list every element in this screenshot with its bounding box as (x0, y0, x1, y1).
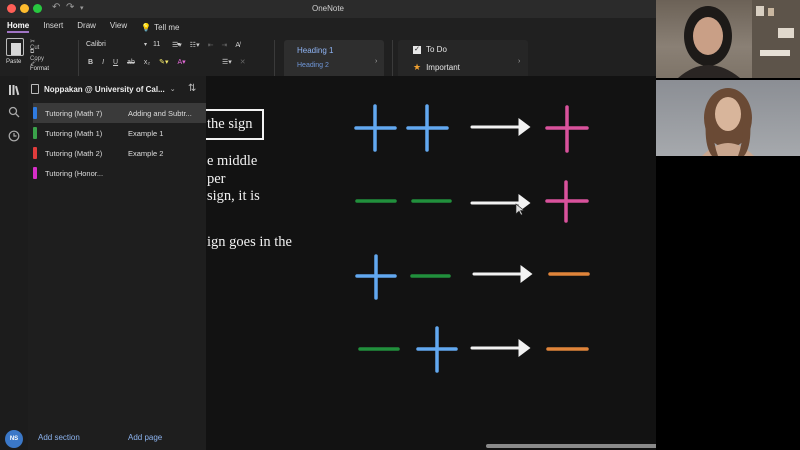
increase-indent-icon[interactable]: ⇥ (221, 41, 227, 49)
style-heading-2[interactable]: Heading 2 (297, 62, 329, 69)
add-section-button[interactable]: Add section (38, 433, 80, 442)
recent-notes-icon[interactable] (8, 130, 20, 142)
section-item[interactable]: Tutoring (Math 2) (33, 143, 119, 163)
arrow-ink (472, 265, 533, 283)
notebook-icon (31, 84, 39, 94)
italic-icon[interactable]: I (102, 59, 104, 66)
align-icon[interactable]: ☰▾ (222, 58, 232, 66)
ribbon: Home Insert Draw View 💡 Tell me Paste ✂ … (0, 18, 656, 88)
chevron-down-icon: ⌄ (169, 86, 176, 93)
section-label: Tutoring (Honor... (45, 168, 104, 178)
tab-draw[interactable]: Draw (77, 21, 96, 33)
notebook-selector[interactable]: Noppakan @ University of Cal... ⌄ (31, 83, 176, 95)
page-item[interactable]: Example 1 (119, 123, 206, 143)
navigation-pane: Noppakan @ University of Cal... ⌄ ⇅ Tuto… (28, 76, 206, 450)
chevron-down-icon[interactable]: ▾ (144, 41, 147, 48)
section-color-tab (33, 107, 37, 119)
ribbon-tabs: Home Insert Draw View 💡 Tell me (7, 21, 179, 33)
highlight-icon[interactable]: ✎▾ (159, 58, 168, 66)
section-color-tab (33, 127, 37, 139)
arrow-ink (470, 339, 531, 357)
tab-home[interactable]: Home (7, 21, 30, 33)
page-item[interactable]: Adding and Subtr... (119, 103, 206, 123)
note-canvas[interactable]: the sign e middle per sign, it is ign go… (206, 76, 674, 450)
font-name-select[interactable]: Calibri (86, 41, 138, 48)
star-icon: ★ (413, 62, 422, 72)
section-label: Tutoring (Math 2) (45, 148, 103, 158)
format-painter-button[interactable]: 🖌 Format (30, 59, 49, 72)
section-color-tab (33, 167, 37, 179)
participant-figure (702, 88, 754, 156)
font-selectors: Calibri ▾ 11 ▾ (86, 41, 180, 48)
add-page-button[interactable]: Add page (128, 433, 162, 442)
paste-button[interactable]: Paste (6, 59, 21, 65)
arrow-ink (470, 118, 531, 136)
ink-drawing (354, 104, 590, 373)
chevron-right-icon[interactable]: › (375, 58, 377, 65)
chevron-right-icon[interactable]: › (518, 58, 520, 65)
section-item[interactable]: Tutoring (Math 7) (33, 103, 119, 123)
sort-icon[interactable]: ⇅ (188, 83, 196, 94)
clear-formatting-icon[interactable]: A̸ (235, 42, 240, 49)
tab-view[interactable]: View (110, 21, 127, 33)
notebooks-icon[interactable] (8, 84, 20, 96)
plus-sign-ink (406, 104, 449, 152)
bullet-list-icon[interactable]: ☰▾ (172, 41, 182, 49)
paragraph-buttons: ☰▾ ☷▾ ⇤ ⇥ A̸ (172, 41, 240, 50)
tell-me-search[interactable]: 💡 Tell me (141, 21, 179, 33)
checkbox-icon: ✓ (413, 45, 421, 54)
tab-insert[interactable]: Insert (43, 21, 63, 33)
plus-sign-ink (416, 326, 458, 373)
plus-sign-ink (355, 254, 397, 300)
search-icon[interactable] (8, 106, 20, 118)
section-item[interactable]: Tutoring (Honor... (33, 163, 119, 183)
font-size-select[interactable]: 11 (153, 41, 171, 48)
section-color-tab (33, 147, 37, 159)
delete-icon[interactable]: ✕ (240, 58, 246, 66)
style-heading-1[interactable]: Heading 1 (297, 46, 333, 55)
left-rail: NS (0, 76, 28, 450)
align-buttons: ☰▾ ✕ (222, 58, 246, 66)
video-panel-background (656, 156, 800, 450)
paste-icon[interactable] (6, 38, 24, 56)
plus-sign-ink (354, 104, 397, 152)
tag-todo[interactable]: ✓ To Do (413, 45, 447, 54)
page-list: Adding and Subtr... Example 1 Example 2 (119, 103, 206, 163)
section-label: Tutoring (Math 7) (45, 108, 103, 118)
title-bar: ↶ ↷ ▾ OneNote (0, 0, 656, 18)
notebook-name: Noppakan @ University of Cal... (44, 84, 165, 94)
section-item[interactable]: Tutoring (Math 1) (33, 123, 119, 143)
page-item[interactable]: Example 2 (119, 143, 206, 163)
avatar[interactable]: NS (5, 430, 23, 448)
subscript-icon[interactable]: x₂ (144, 59, 150, 66)
lightbulb-icon: 💡 (141, 22, 152, 32)
plus-sign-ink (545, 180, 589, 223)
app-title: OneNote (311, 4, 345, 13)
font-color-icon[interactable]: A▾ (177, 58, 185, 66)
strikethrough-icon[interactable]: ab (127, 59, 135, 66)
participant-figure (678, 0, 800, 78)
numbered-list-icon[interactable]: ☷▾ (190, 41, 200, 49)
decrease-indent-icon[interactable]: ⇤ (208, 41, 214, 49)
format-buttons: B I U ab x₂ ✎▾ A▾ (88, 58, 186, 67)
tag-important[interactable]: ★ Important (413, 62, 460, 73)
horizontal-scrollbar[interactable] (486, 444, 674, 448)
section-label: Tutoring (Math 1) (45, 128, 103, 138)
participant-video (656, 80, 800, 156)
tag-important-label: Important (426, 63, 460, 72)
tell-me-label: Tell me (154, 22, 180, 32)
tag-todo-label: To Do (426, 45, 447, 54)
section-list: Tutoring (Math 7) Tutoring (Math 1) Tuto… (33, 103, 119, 183)
underline-icon[interactable]: U (113, 59, 118, 66)
participant-video (656, 0, 800, 78)
plus-sign-ink (545, 105, 589, 153)
bold-icon[interactable]: B (88, 59, 93, 66)
